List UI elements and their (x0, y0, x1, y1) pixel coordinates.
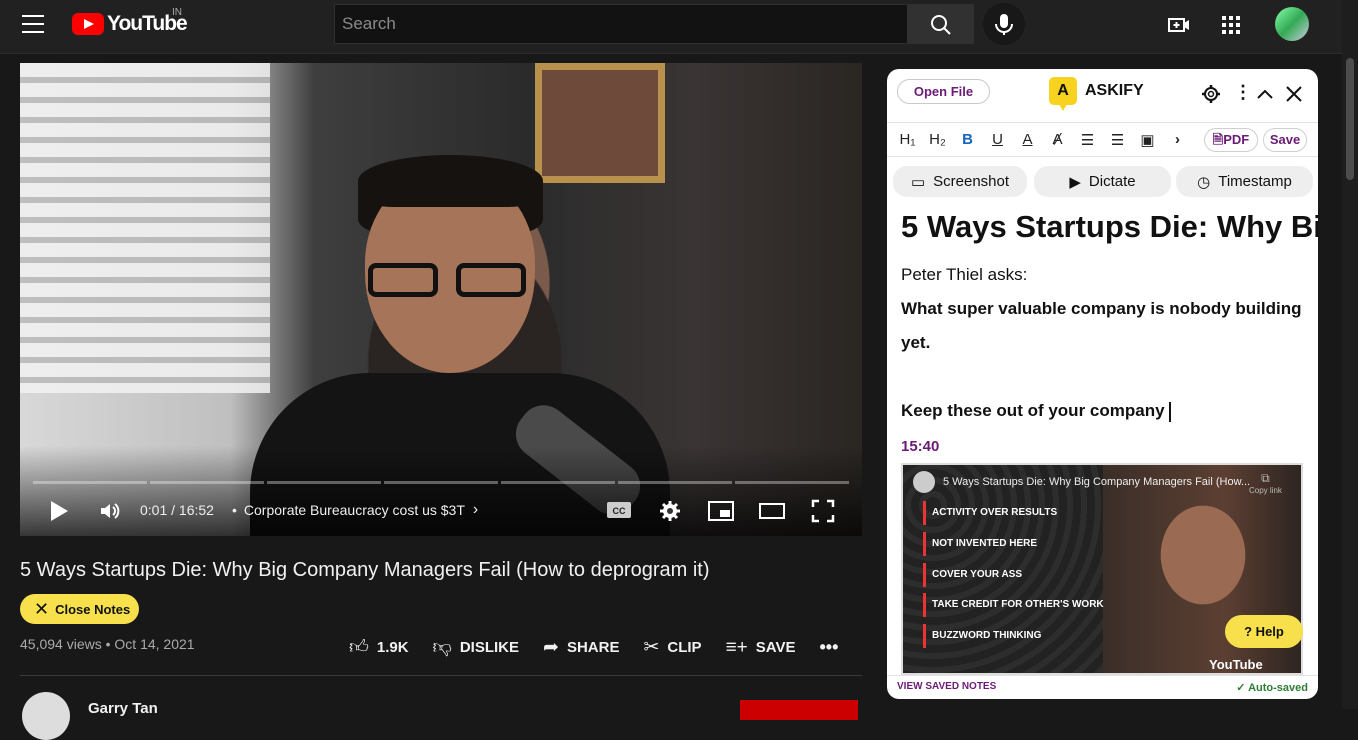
miniplayer-icon[interactable] (707, 500, 735, 522)
help-button[interactable]: ? Help (1225, 615, 1303, 648)
views-date: 45,094 views • Oct 14, 2021 (20, 636, 195, 652)
youtube-watermark: YouTube (1209, 657, 1263, 672)
text-color-icon[interactable]: A (1018, 131, 1037, 148)
chevron-right-icon: › (472, 501, 479, 518)
export-pdf-button[interactable]: 🗎PDF (1204, 128, 1258, 152)
voice-search-button[interactable] (983, 3, 1025, 45)
askify-logo-icon: A (1049, 77, 1077, 111)
slide-item: BUZZWORD THINKING (923, 624, 1041, 648)
bold-icon[interactable]: B (958, 131, 977, 148)
play-icon[interactable] (48, 499, 70, 523)
video-title: 5 Ways Startups Die: Why Big Company Man… (20, 559, 710, 581)
view-saved-notes-link[interactable]: VIEW SAVED NOTES (897, 681, 996, 692)
scissors-icon: ✂ (643, 637, 660, 658)
askify-panel: Open File A ASKIFY ⋮ H₁ H₂ B U A Ⱥ ☰ ☰ ▣… (887, 69, 1318, 699)
close-notes-button[interactable]: ✕ Close Notes (20, 594, 139, 624)
theater-mode-icon[interactable] (758, 500, 786, 522)
more-vertical-icon[interactable]: ⋮ (1234, 82, 1252, 103)
volume-icon[interactable] (98, 499, 122, 523)
heading1-icon[interactable]: H₁ (898, 131, 917, 148)
askify-brand: A ASKIFY (1049, 77, 1144, 111)
account-avatar[interactable] (1275, 7, 1309, 41)
pdf-icon: 🗎 (1212, 132, 1224, 147)
search-button[interactable] (907, 4, 974, 44)
chevron-right-icon[interactable]: › (1168, 131, 1187, 148)
thumbs-up-icon: 👍︎ (349, 637, 369, 658)
play-icon: ▶ (1069, 173, 1081, 191)
note-paragraph[interactable]: What super valuable company is nobody bu… (901, 299, 1302, 319)
panel-footer: VIEW SAVED NOTES ✓ Auto-saved (887, 675, 1318, 699)
clear-format-icon[interactable]: Ⱥ (1048, 131, 1067, 148)
editor-toolbar: H₁ H₂ B U A Ⱥ ☰ ☰ ▣ › 🗎PDF Save (887, 122, 1318, 157)
dictate-button[interactable]: ▶ Dictate (1034, 166, 1171, 197)
share-icon: ➦ (543, 637, 559, 658)
apps-grid-icon[interactable] (1219, 13, 1243, 37)
heading2-icon[interactable]: H₂ (928, 131, 947, 148)
slide-item: NOT INVENTED HERE (923, 532, 1037, 556)
numbered-list-icon[interactable]: ☰ (1078, 131, 1097, 149)
like-button[interactable]: 👍︎ 1.9K (349, 636, 409, 659)
playlist-add-icon: ≡+ (725, 636, 748, 658)
channel-avatar[interactable] (22, 692, 70, 740)
masthead: YouTube IN Search (0, 0, 1342, 54)
autosaved-status: ✓ Auto-saved (1236, 682, 1308, 694)
close-icon: ✕ (34, 598, 50, 619)
video-actions: 👍︎ 1.9K 👎︎ DISLIKE ➦ SHARE ✂ CLIP ≡+ SAVE ••• (349, 636, 862, 659)
more-horizontal-icon: ••• (819, 637, 839, 657)
clock-icon: ◷ (1197, 173, 1211, 191)
note-paragraph[interactable]: Keep these out of your company (901, 401, 1171, 422)
settings-gear-icon[interactable] (658, 499, 682, 523)
timestamp-button[interactable]: ◷ Timestamp (1176, 166, 1313, 197)
create-video-icon[interactable] (1167, 13, 1191, 37)
svg-text:CC: CC (613, 506, 626, 516)
subscribe-button[interactable] (740, 700, 858, 720)
bullet-list-icon[interactable]: ☰ (1108, 131, 1127, 149)
chapter-title[interactable]: • Corporate Bureaucracy cost us $3T › (232, 495, 478, 525)
fullscreen-icon[interactable] (811, 499, 835, 523)
slide-item: COVER YOUR ASS (923, 563, 1022, 587)
search-icon (931, 15, 951, 35)
captions-icon[interactable]: CC (606, 499, 632, 521)
clip-button[interactable]: ✂ CLIP (643, 636, 701, 659)
youtube-logo[interactable]: YouTube IN (72, 7, 188, 36)
note-heading[interactable]: 5 Ways Startups Die: Why Bi (901, 209, 1318, 245)
text-cursor (1168, 401, 1171, 422)
thumbs-down-icon: 👎︎ (432, 637, 452, 658)
image-icon[interactable]: ▣ (1138, 131, 1157, 149)
channel-avatar (913, 471, 935, 493)
screenshot-icon: ▭ (910, 173, 926, 191)
video-player[interactable]: 0:01 / 16:52 • Corporate Bureaucracy cost… (20, 63, 862, 536)
page-scrollbar[interactable] (1342, 0, 1358, 709)
settings-gear-icon[interactable] (1200, 83, 1222, 105)
search-input[interactable]: Search (334, 4, 908, 44)
slide-item: TAKE CREDIT FOR OTHER'S WORK (923, 593, 1104, 617)
screenshot-button[interactable]: ▭ Screenshot (893, 166, 1027, 197)
progress-bar[interactable] (33, 481, 849, 484)
mic-icon (995, 14, 1013, 35)
copy-link: ⧉ Copy link (1249, 471, 1282, 495)
save-note-button[interactable]: Save (1263, 128, 1307, 152)
underline-icon[interactable]: U (988, 131, 1007, 148)
country-code: IN (172, 7, 182, 18)
share-button[interactable]: ➦ SHARE (543, 636, 619, 659)
dislike-button[interactable]: 👎︎ DISLIKE (433, 636, 519, 659)
slide-item: ACTIVITY OVER RESULTS (923, 501, 1057, 525)
collapse-chevron-up-icon[interactable] (1256, 85, 1274, 103)
time-display: 0:01 / 16:52 (140, 502, 214, 518)
menu-icon[interactable] (22, 15, 44, 33)
youtube-play-icon (72, 13, 104, 35)
more-actions-button[interactable]: ••• (819, 637, 838, 658)
copy-icon: ⧉ (1261, 471, 1270, 485)
open-file-button[interactable]: Open File (897, 79, 990, 104)
close-icon[interactable] (1285, 85, 1303, 103)
note-paragraph[interactable]: Peter Thiel asks: (901, 265, 1027, 285)
note-paragraph[interactable]: yet. (901, 333, 930, 353)
note-timestamp-link[interactable]: 15:40 (901, 438, 939, 455)
save-button[interactable]: ≡+ SAVE (726, 637, 796, 659)
